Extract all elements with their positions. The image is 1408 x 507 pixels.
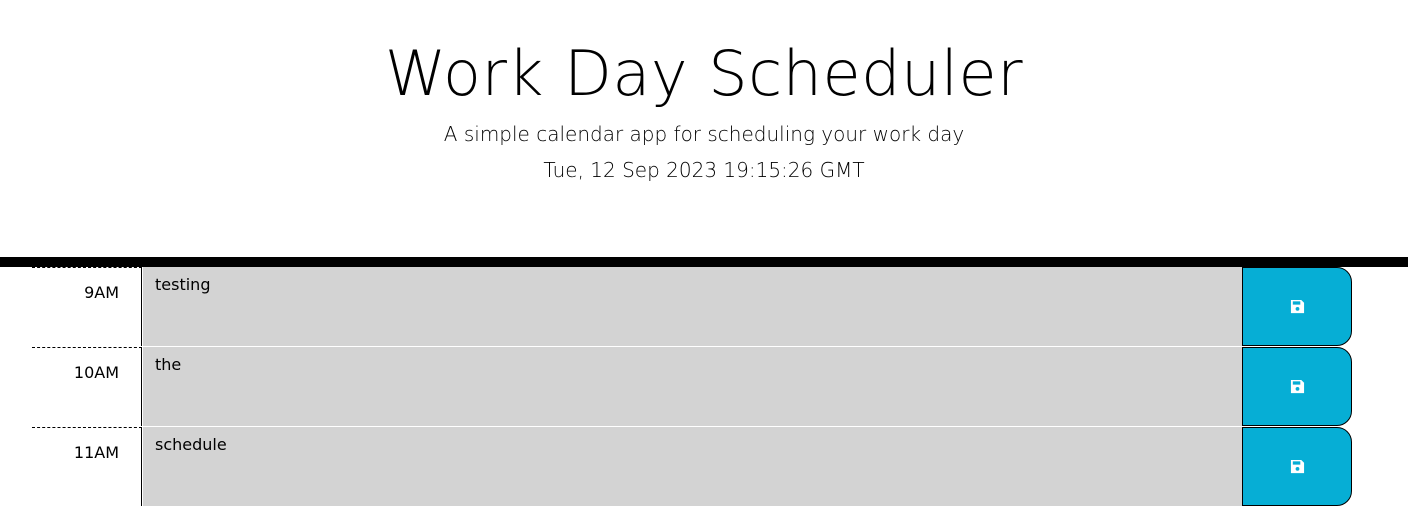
hour-label: 11AM <box>32 427 142 506</box>
floppy-disk-icon <box>1290 299 1304 314</box>
floppy-disk-icon <box>1290 459 1304 474</box>
page-subtitle: A simple calendar app for scheduling you… <box>443 122 965 146</box>
page-title: Work Day Scheduler <box>384 37 1024 110</box>
hour-label: 9AM <box>32 267 142 346</box>
time-block-9am: 9AM testing <box>32 267 1352 347</box>
header: Work Day Scheduler A simple calendar app… <box>0 0 1408 267</box>
floppy-disk-icon <box>1290 379 1304 394</box>
hour-label: 10AM <box>32 347 142 426</box>
save-button[interactable] <box>1242 347 1352 426</box>
time-block-10am: 10AM the <box>32 347 1352 427</box>
save-button[interactable] <box>1242 427 1352 506</box>
current-day: Tue, 12 Sep 2023 19:15:26 GMT <box>543 158 865 182</box>
description-input[interactable]: testing <box>143 267 1242 346</box>
description-input[interactable]: the <box>143 347 1242 426</box>
time-block-11am: 11AM schedule <box>32 427 1352 507</box>
description-input[interactable]: schedule <box>143 427 1242 506</box>
save-button[interactable] <box>1242 267 1352 346</box>
